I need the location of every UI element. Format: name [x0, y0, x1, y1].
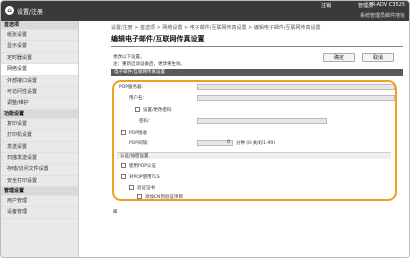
sidebar-item[interactable]: 调整/维护 — [1, 98, 78, 110]
sidebar-item[interactable]: 扫描发送设置 — [1, 153, 78, 165]
sidebar-item[interactable]: 设备管理 — [1, 207, 78, 219]
sidebar-item[interactable]: 用户管理 — [1, 196, 78, 208]
sidebar-item[interactable]: 显示设置 — [1, 41, 78, 53]
restart-note: 注：重新启动设备后，更改将生效。 — [113, 62, 185, 67]
sidebar-item[interactable]: 发送设置 — [1, 142, 78, 153]
sidebar-item[interactable]: 复印设置 — [1, 119, 78, 131]
sidebar-item[interactable]: 打印机设置 — [1, 130, 78, 142]
instruction-text: 更改以下设置。 — [113, 55, 145, 60]
sidebar-group-header: 管理设置 — [1, 187, 78, 197]
ok-button[interactable]: 确定 — [323, 53, 355, 62]
sidebar-item[interactable]: 定时器设置 — [1, 53, 78, 65]
logout-button[interactable]: 注销 — [321, 2, 331, 9]
sidebar-item[interactable]: 外部接口设置 — [1, 76, 78, 87]
sidebar-item[interactable]: 可访问性设置 — [1, 87, 78, 99]
home-icon[interactable]: ⌂ — [5, 6, 14, 15]
title-divider — [111, 46, 403, 47]
bottom-marker-icon: ⊠ — [113, 209, 118, 215]
sidebar-item[interactable]: 存储/访问文件设置 — [1, 164, 78, 176]
sidebar-item[interactable]: 纸张设置 — [1, 30, 78, 42]
app-window: ⌂ 设置/注册 注销 管理员 iR-ADV C3525 系统管理员邮件地址 首选… — [0, 0, 410, 258]
sidebar-item[interactable]: 安全打印设置 — [1, 176, 78, 188]
device-name: iR-ADV C3525 — [370, 2, 405, 8]
page-title: 编辑电子邮件/互联网传真设置 — [111, 35, 205, 43]
breadcrumb[interactable]: 设置/注册 > 首选项 > 网络设置 > 电子邮件/互联网传真设置 > 编辑电子… — [111, 24, 321, 31]
sidebar: 首选项 纸张设置 显示设置 定时器设置 网络设置 外部接口设置 可访问性设置 调整/维护 功能设… — [1, 21, 79, 257]
section-header: 电子邮件/互联网传真设置 — [111, 69, 403, 76]
admin-email-link[interactable]: 系统管理员邮件地址 — [360, 12, 405, 19]
highlight-frame — [112, 80, 397, 201]
sidebar-item[interactable]: 网络设置 — [1, 64, 78, 76]
top-bar: ⌂ 设置/注册 注销 管理员 iR-ADV C3525 系统管理员邮件地址 — [1, 1, 409, 21]
app-title: 设置/注册 — [17, 9, 44, 16]
sidebar-group-header: 首选项 — [1, 21, 78, 30]
sidebar-group-header: 功能设置 — [1, 109, 78, 119]
cancel-button[interactable]: 取消 — [362, 53, 394, 62]
